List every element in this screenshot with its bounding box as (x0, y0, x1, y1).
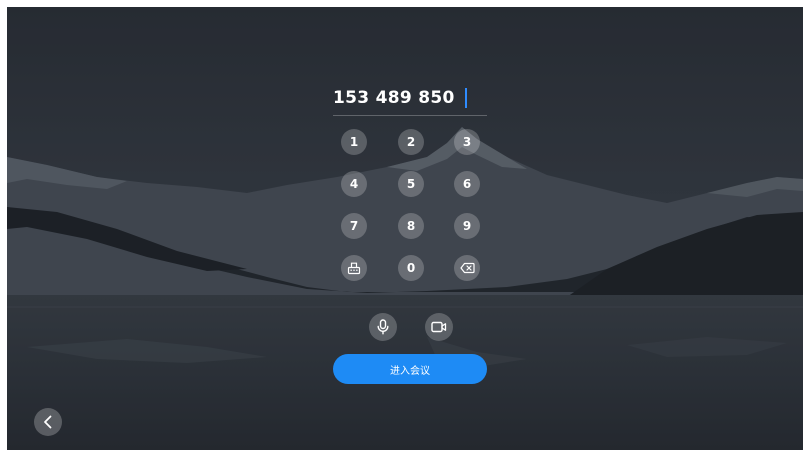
keypad-key-label: 1 (349, 135, 359, 149)
keypad-key-label: 5 (406, 177, 416, 191)
keypad-key-0[interactable]: 0 (398, 255, 424, 281)
meeting-number-input[interactable]: 153 489 850 (333, 83, 487, 116)
keypad-key-5[interactable]: 5 (398, 171, 424, 197)
keypad-key-label: 6 (462, 177, 472, 191)
chevron-left-icon (44, 415, 52, 429)
keypad-key-label: 3 (462, 135, 472, 149)
keyboard-toggle-button[interactable] (341, 255, 367, 281)
keypad-key-label: 9 (462, 219, 472, 233)
camera-toggle-button[interactable] (425, 313, 453, 341)
keypad-key-1[interactable]: 1 (341, 129, 367, 155)
keypad-key-label: 2 (406, 135, 416, 149)
keypad-key-label: 4 (349, 177, 359, 191)
microphone-icon (377, 319, 389, 335)
back-button[interactable] (34, 408, 62, 436)
keyboard-icon (347, 262, 361, 275)
microphone-toggle-button[interactable] (369, 313, 397, 341)
keypad-key-4[interactable]: 4 (341, 171, 367, 197)
keypad-key-6[interactable]: 6 (454, 171, 480, 197)
keypad-key-3[interactable]: 3 (454, 129, 480, 155)
video-camera-icon (431, 321, 447, 333)
join-meeting-button[interactable]: 进入会议 (333, 354, 487, 384)
keypad-key-label: 8 (406, 219, 416, 233)
backspace-icon (459, 262, 475, 274)
meeting-join-screen: 153 489 850 1 2 3 4 5 6 7 8 9 0 进入会议 (7, 7, 803, 450)
text-caret (464, 88, 467, 108)
keypad-key-9[interactable]: 9 (454, 213, 480, 239)
backspace-button[interactable] (454, 255, 480, 281)
keypad-key-7[interactable]: 7 (341, 213, 367, 239)
keypad-key-label: 7 (349, 219, 359, 233)
keypad-key-2[interactable]: 2 (398, 129, 424, 155)
meeting-number-value: 153 489 850 (333, 88, 455, 108)
keypad-key-label: 0 (406, 261, 416, 275)
keypad-key-8[interactable]: 8 (398, 213, 424, 239)
